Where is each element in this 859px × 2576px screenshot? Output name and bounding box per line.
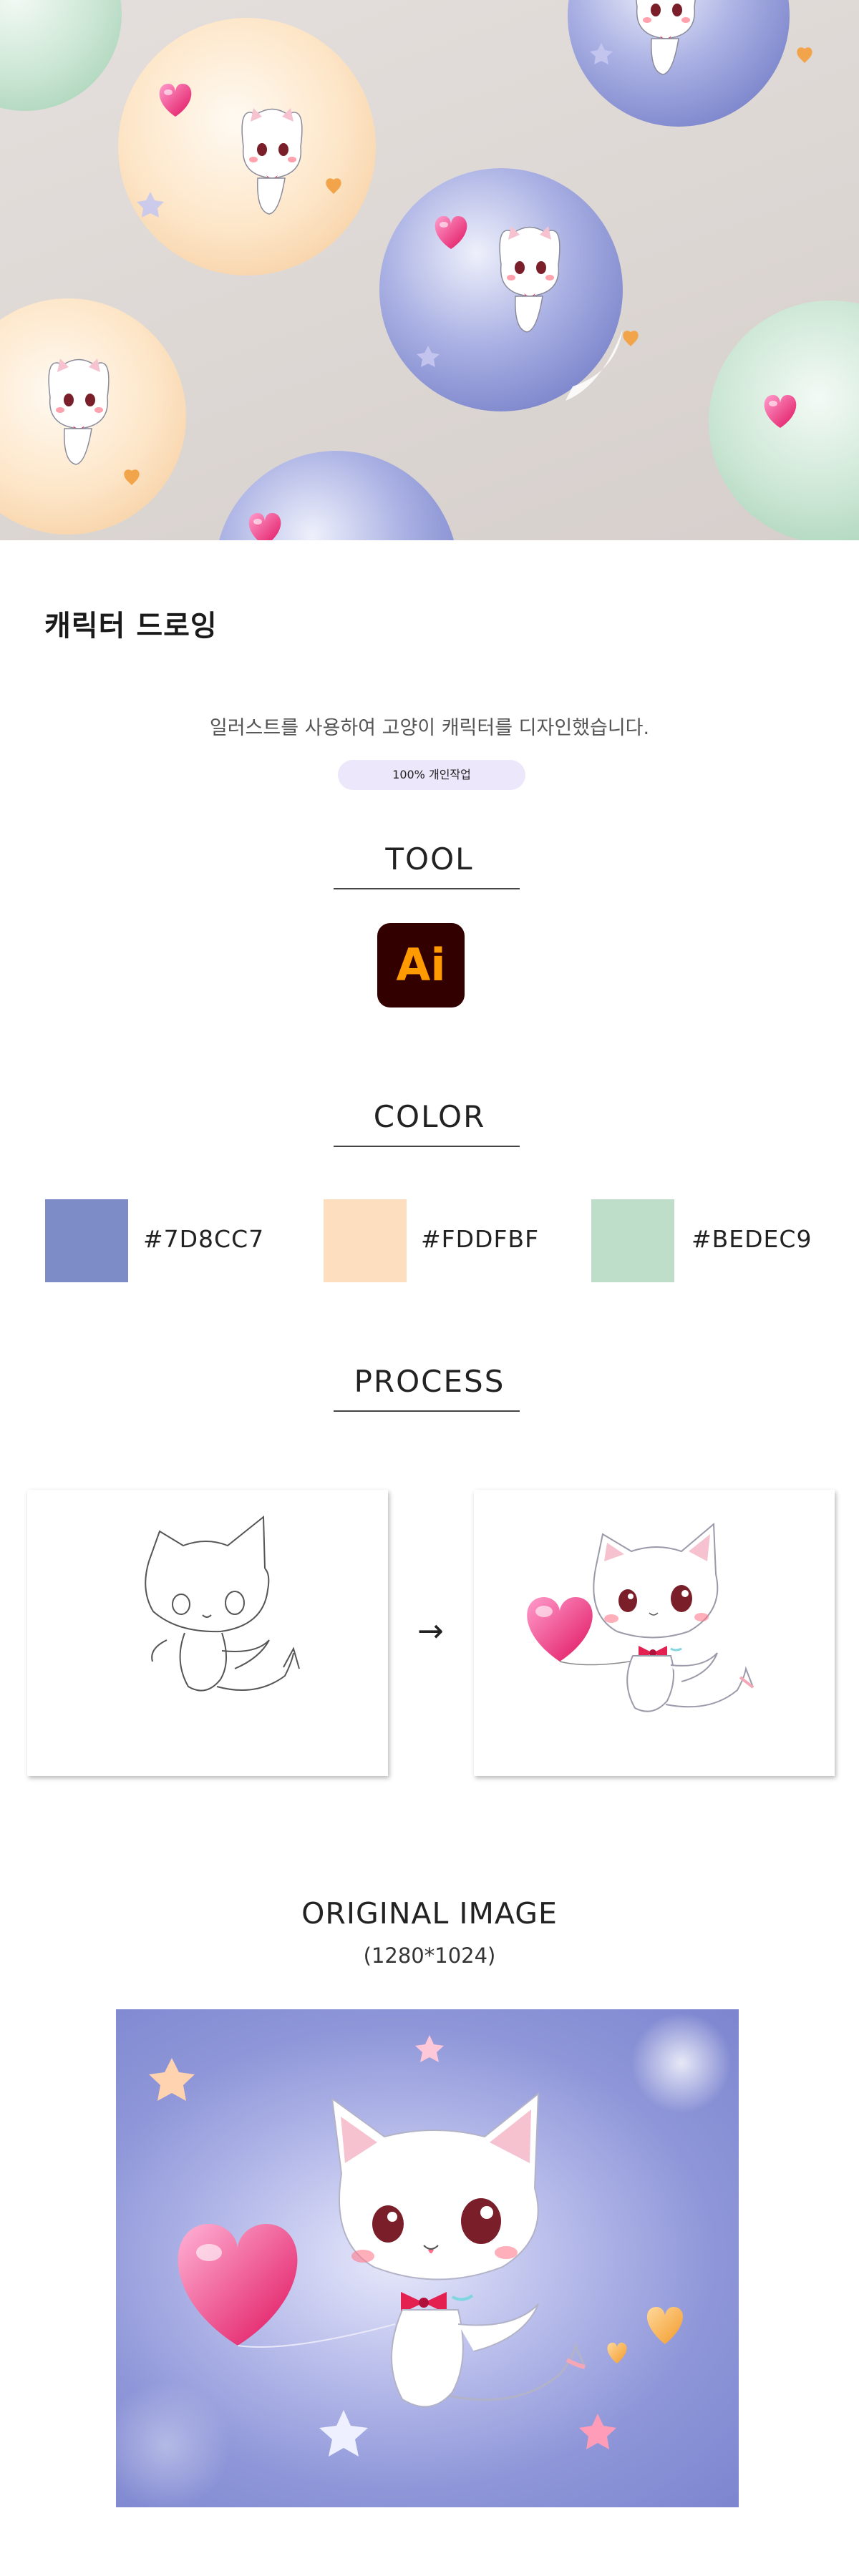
original-image-heading: ORIGINAL IMAGE <box>301 1896 558 1931</box>
tool-heading-underline <box>334 888 520 889</box>
color-swatch-blue-label: #7D8CC7 <box>143 1225 265 1253</box>
ai-icon-text: Ai <box>396 939 446 991</box>
color-swatch-peach <box>324 1199 407 1282</box>
color-heading-underline <box>334 1146 520 1147</box>
adobe-illustrator-icon: Ai <box>377 923 465 1008</box>
original-image-size: (1280*1024) <box>363 1943 496 1968</box>
original-character-illustration <box>116 2009 739 2507</box>
color-swatch-green-label: #BEDEC9 <box>691 1225 812 1253</box>
color-heading: COLOR <box>373 1099 486 1134</box>
page-title: 캐릭터 드로잉 <box>44 610 218 643</box>
process-arrow: → <box>417 1613 444 1649</box>
process-heading-underline <box>334 1410 520 1412</box>
color-swatch-green <box>591 1199 674 1282</box>
tool-heading: TOOL <box>385 841 474 877</box>
process-sketch-card <box>27 1490 388 1776</box>
process-colored-card <box>474 1490 835 1776</box>
project-description: 일러스트를 사용하여 고양이 캐릭터를 디자인했습니다. <box>209 717 650 739</box>
line-sketch-image <box>145 1515 300 1692</box>
color-swatch-peach-label: #FDDFBF <box>421 1225 540 1253</box>
process-heading: PROCESS <box>354 1364 505 1399</box>
color-swatch-blue <box>45 1199 128 1282</box>
colored-character-image <box>527 1522 754 1712</box>
hero-sticker-mockup <box>0 0 859 540</box>
sticker-mockup-image <box>0 0 859 540</box>
work-type-badge: 100% 개인작업 <box>338 760 525 790</box>
original-illustration-svg <box>116 2013 732 2507</box>
